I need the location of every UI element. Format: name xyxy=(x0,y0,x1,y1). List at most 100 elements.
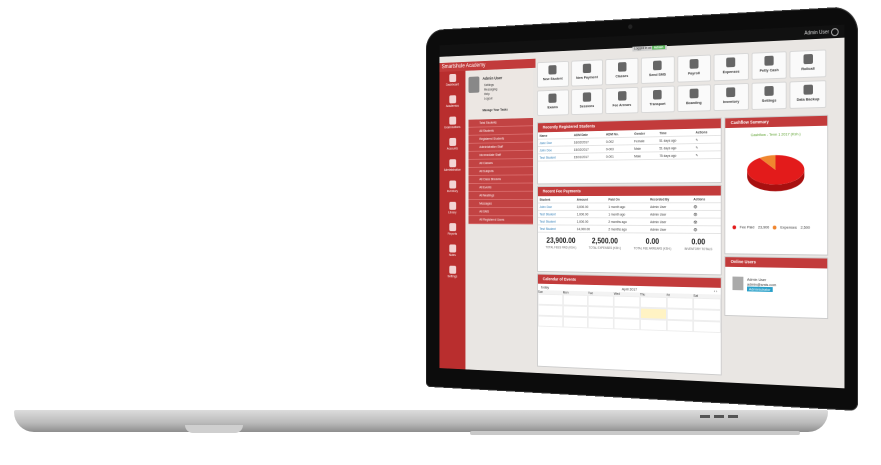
nav-reports[interactable]: Reports xyxy=(439,220,465,241)
payment-totals: 23,900.00 TOTAL FEES PAID (KSH.) 2,500.00… xyxy=(538,233,721,256)
nav-library[interactable]: Library xyxy=(439,199,465,220)
cards-icon xyxy=(689,59,698,69)
quick-actions: New Student New Payment Classes Send SMS… xyxy=(537,49,826,116)
submenu-item[interactable]: All Events xyxy=(468,183,533,192)
new-student-button[interactable]: New Student xyxy=(537,61,568,88)
classes-button[interactable]: Classes xyxy=(606,58,639,85)
profile-name: Admin User xyxy=(482,76,502,81)
user-menu[interactable]: Admin User xyxy=(804,29,829,36)
avatar xyxy=(468,76,479,93)
nav-administration[interactable]: Administration xyxy=(439,156,465,178)
submenu-item[interactable]: All Registered Users xyxy=(468,216,533,224)
sidebar-submenu: Admin User Settings Messaging Help Logou… xyxy=(465,68,533,223)
edit-icon[interactable]: ✎ xyxy=(694,151,721,159)
calendar-panel: Calendar of Events today April 2017 ‹ › … xyxy=(537,274,722,376)
laptop-notch xyxy=(185,425,243,433)
inventory-totals: 0.00 INVENTORY TOTALS xyxy=(684,238,712,253)
paperclip-icon xyxy=(549,93,557,102)
briefcase-icon xyxy=(727,87,736,97)
clipboard-icon xyxy=(618,91,626,101)
send-sms-button[interactable]: Send SMS xyxy=(641,56,674,84)
book-icon xyxy=(449,95,456,103)
list-icon xyxy=(449,181,456,189)
database-icon xyxy=(449,138,456,146)
gear-icon xyxy=(764,86,773,96)
chart-icon xyxy=(449,223,456,231)
petty-cash-button[interactable]: Petty Cash xyxy=(751,51,787,80)
view-icon[interactable]: 👁 xyxy=(692,203,721,211)
profile-logout-link[interactable]: Logout xyxy=(484,96,497,101)
cashflow-legend: Fee Paid 23,900 Expenses 2,500 xyxy=(733,224,810,229)
nav-dashboard[interactable]: Dashboard xyxy=(439,71,465,93)
data-backup-button[interactable]: Data Backup xyxy=(790,80,826,109)
profile-menu: Settings Messaging Help Logout xyxy=(484,83,497,101)
submenu-item[interactable]: All Meetings xyxy=(468,192,533,200)
total-expenses: 2,500.00 TOTAL EXPENSES (KSH.) xyxy=(589,237,621,251)
gear-icon xyxy=(449,266,456,274)
sidebar-nav: Dashboard Academics Examinations Account… xyxy=(439,71,465,370)
users-icon xyxy=(449,202,456,210)
transport-button[interactable]: Transport xyxy=(641,86,674,114)
grid-icon xyxy=(803,54,812,64)
laptop-base xyxy=(14,410,828,432)
table-row: John Doe 3,000.00 1 month ago Admin User… xyxy=(538,203,721,211)
laptop-screen-bezel: Admin User Logged in as Admin Smartshule… xyxy=(426,6,858,411)
total-fees-paid: 23,900.00 TOTAL FEES PAID (KSH.) xyxy=(546,236,577,250)
power-icon[interactable] xyxy=(831,28,839,36)
user-icon xyxy=(449,244,456,252)
folder-icon xyxy=(449,159,456,167)
submenu-item[interactable]: All SMS xyxy=(468,208,533,216)
laptop-foot xyxy=(470,431,800,435)
students-table: Name ADM Date ADM No. Gender Time Action… xyxy=(538,128,721,161)
expenses-button[interactable]: Expenses xyxy=(714,53,749,81)
pencil-icon xyxy=(449,117,456,125)
sessions-button[interactable]: Sessions xyxy=(571,88,603,115)
new-payment-button[interactable]: New Payment xyxy=(571,59,603,86)
bus-icon xyxy=(653,90,662,100)
login-status: Logged in as Admin xyxy=(632,45,666,51)
boarding-button[interactable]: Boarding xyxy=(677,84,711,112)
payroll-button[interactable]: Payroll xyxy=(677,55,711,83)
settings-button[interactable]: Settings xyxy=(751,82,787,110)
calendar-grid[interactable] xyxy=(538,294,721,333)
dashboard-icon xyxy=(449,74,456,82)
view-icon[interactable]: 👁 xyxy=(692,218,721,226)
home-icon xyxy=(689,89,698,99)
cashflow-panel: Cashflow Summary Cashflow - Term 1 2017 … xyxy=(724,115,828,256)
payments-panel: Recent Fee Payments Student Amount Paid … xyxy=(537,185,722,275)
database-icon xyxy=(764,56,773,66)
nav-inventory[interactable]: Inventory xyxy=(439,178,465,199)
calendar-today-button[interactable]: today xyxy=(541,285,549,290)
submenu-item[interactable]: Messages xyxy=(468,200,533,208)
nav-accounts[interactable]: Accounts xyxy=(439,135,465,157)
app-screen: Admin User Logged in as Admin Smartshule… xyxy=(439,25,844,389)
user-plus-icon xyxy=(549,65,557,74)
message-icon xyxy=(653,61,662,71)
nav-settings[interactable]: Settings xyxy=(439,263,465,285)
cashflow-panel-title: Cashflow Summary xyxy=(725,116,827,128)
payments-table: Student Amount Paid On Recorded By Actio… xyxy=(538,196,721,234)
nav-academics[interactable]: Academics xyxy=(439,92,465,114)
exams-button[interactable]: Exams xyxy=(537,89,568,116)
view-icon[interactable]: 👁 xyxy=(692,210,721,218)
user-profile: Admin User Settings Messaging Help Logou… xyxy=(468,73,529,109)
list-icon xyxy=(618,62,626,72)
online-users-title: Online Users xyxy=(725,257,827,268)
expenses-swatch xyxy=(773,225,777,229)
camera-icon xyxy=(628,24,632,29)
calendar-nav[interactable]: ‹ › xyxy=(714,289,717,294)
document-icon xyxy=(727,57,736,67)
view-icon[interactable]: 👁 xyxy=(692,226,721,234)
students-panel: Recently Registered Students Name ADM Da… xyxy=(537,118,722,185)
inventory-button[interactable]: Inventory xyxy=(714,83,749,111)
rollcall-button[interactable]: Rollcall xyxy=(790,49,826,78)
fee-arrears-button[interactable]: Fee Arrears xyxy=(606,87,639,114)
manage-tasks-link[interactable]: Manage Your Tasks xyxy=(482,108,507,112)
nav-examinations[interactable]: Examinations xyxy=(439,114,465,136)
nav-notes[interactable]: Notes xyxy=(439,242,465,264)
calendar-month: April 2017 xyxy=(622,287,637,292)
cashflow-pie-chart xyxy=(743,148,808,196)
fee-paid-swatch xyxy=(733,225,737,229)
money-icon xyxy=(583,64,591,74)
role-badge: Administrator xyxy=(747,287,772,292)
